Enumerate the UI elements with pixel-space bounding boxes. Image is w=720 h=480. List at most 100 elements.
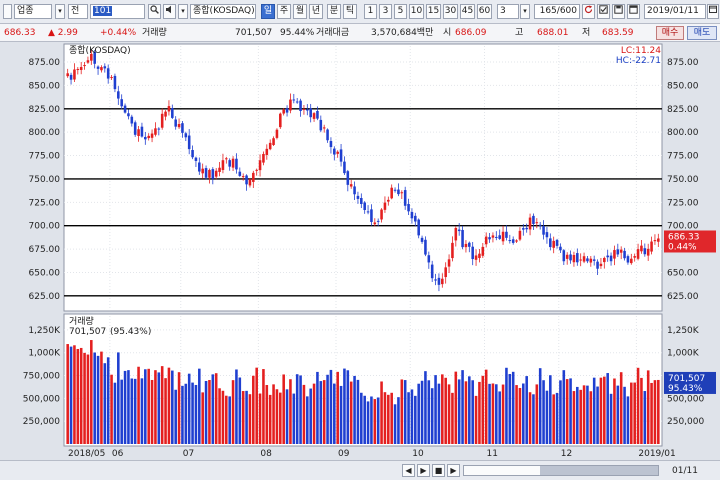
- quote-info-bar: 686.33 ▲ 2.99 +0.44% 거래량 701,507 95.44% …: [0, 24, 720, 42]
- candle-body: [103, 66, 107, 69]
- candle-body: [414, 215, 417, 222]
- volume-bar: [282, 374, 285, 444]
- scroll-left-icon[interactable]: ◀: [402, 464, 415, 477]
- calendar-icon[interactable]: [707, 4, 719, 19]
- candle-body: [241, 176, 245, 178]
- scroll-track[interactable]: [463, 465, 659, 476]
- last-price-marker: 686.33 0.44%: [664, 230, 716, 253]
- x-tick-label: 08: [260, 449, 272, 459]
- candle-body: [653, 240, 657, 242]
- volume-panel[interactable]: [63, 313, 663, 447]
- sell-button[interactable]: 매도: [687, 26, 717, 40]
- price-tick-label-right: 700.00: [667, 222, 699, 232]
- volume-bar: [164, 378, 167, 444]
- change-rate: +0.44%: [100, 28, 137, 38]
- candle-body: [86, 60, 90, 63]
- candle-body: [302, 109, 306, 111]
- speaker-icon[interactable]: [163, 4, 176, 19]
- volume-bar: [349, 381, 353, 444]
- period-minute[interactable]: 분: [327, 4, 341, 19]
- period-day[interactable]: 일: [261, 4, 275, 19]
- save-icon[interactable]: [612, 4, 625, 19]
- volume-tick-label-right: 250,000: [667, 417, 704, 427]
- volume-tick-label: 750,000: [23, 372, 60, 382]
- speaker-dropdown-icon[interactable]: ▾: [178, 4, 188, 19]
- stop-icon[interactable]: ■: [432, 464, 445, 477]
- candle-body: [576, 253, 579, 263]
- volume-bar: [211, 374, 215, 444]
- lc-label: LC:11.24: [621, 46, 661, 56]
- candle-body: [434, 279, 437, 281]
- volume-bar: [258, 393, 262, 444]
- scroll-thumb[interactable]: [540, 466, 658, 475]
- volume-bar: [535, 384, 539, 444]
- minute-15[interactable]: 15: [426, 4, 441, 19]
- volume-bar: [184, 383, 188, 444]
- x-tick-label: 07: [183, 449, 194, 459]
- date-field[interactable]: 2019/01/11: [644, 4, 706, 19]
- count-field[interactable]: 165/600: [534, 4, 580, 19]
- candle-body: [619, 249, 623, 253]
- minute-30[interactable]: 30: [443, 4, 458, 19]
- volume-bar: [461, 370, 464, 444]
- candle-body: [522, 228, 525, 230]
- maximize-icon[interactable]: [627, 4, 640, 19]
- minute-5[interactable]: 5: [394, 4, 407, 19]
- period-week[interactable]: 주: [277, 4, 291, 19]
- period-month[interactable]: 월: [293, 4, 307, 19]
- candle-body: [76, 69, 80, 71]
- volume-tick-label-right: 500,000: [667, 394, 704, 404]
- price-tick-label-right: 875.00: [667, 58, 699, 68]
- play-icon[interactable]: ▶: [447, 464, 460, 477]
- code-input[interactable]: 101: [90, 4, 145, 19]
- candle-body: [147, 135, 150, 139]
- minute-45[interactable]: 45: [460, 4, 475, 19]
- volume-bar: [495, 384, 498, 444]
- volume-bar: [549, 375, 552, 444]
- market-dropdown-icon[interactable]: ▾: [55, 4, 65, 19]
- candle-body: [393, 189, 397, 191]
- last-price-label: 686.33: [668, 232, 700, 242]
- candle-body: [636, 249, 640, 259]
- volume-bar: [289, 379, 292, 444]
- candle-body: [235, 158, 238, 170]
- volume-bar: [562, 370, 566, 444]
- minute-3[interactable]: 3: [379, 4, 392, 19]
- price-panel[interactable]: [63, 43, 663, 312]
- code-type-select[interactable]: 전: [68, 4, 88, 19]
- refresh-icon[interactable]: [582, 4, 595, 19]
- x-tick-label: 12: [561, 449, 572, 459]
- checkbox-icon[interactable]: [597, 4, 610, 19]
- x-tick-label: 2018/05: [68, 449, 105, 459]
- candle-body: [356, 195, 360, 199]
- minute-60[interactable]: 60: [477, 4, 492, 19]
- candle-body: [569, 254, 572, 261]
- volume-bar: [410, 389, 414, 444]
- period-tick[interactable]: 틱: [343, 4, 357, 19]
- search-icon[interactable]: [148, 4, 161, 19]
- volume-bar: [103, 363, 107, 444]
- volume-bar: [366, 401, 370, 444]
- candle-body: [657, 238, 660, 242]
- volume-bar: [471, 380, 474, 444]
- minute-dropdown-icon[interactable]: ▾: [520, 4, 530, 19]
- market-select[interactable]: 업종: [14, 4, 52, 19]
- candle-body: [184, 133, 188, 138]
- volume-bar: [653, 380, 657, 444]
- buy-button[interactable]: 매수: [656, 26, 684, 40]
- minute-10[interactable]: 10: [409, 4, 424, 19]
- volume-bar: [113, 382, 117, 444]
- volume-bar: [295, 374, 299, 444]
- minute-select[interactable]: 3: [497, 4, 519, 19]
- price-tick-label-right: 800.00: [667, 128, 699, 138]
- price-tick-label: 825.00: [29, 105, 61, 115]
- scroll-right-icon[interactable]: ▶: [417, 464, 430, 477]
- volume-bar: [370, 396, 373, 444]
- volume-bar: [576, 386, 579, 444]
- candle-body: [312, 113, 316, 119]
- minute-1[interactable]: 1: [364, 4, 377, 19]
- volume-bar: [454, 371, 458, 444]
- period-year[interactable]: 년: [309, 4, 323, 19]
- candle-body: [191, 149, 194, 158]
- candle-body: [370, 209, 373, 222]
